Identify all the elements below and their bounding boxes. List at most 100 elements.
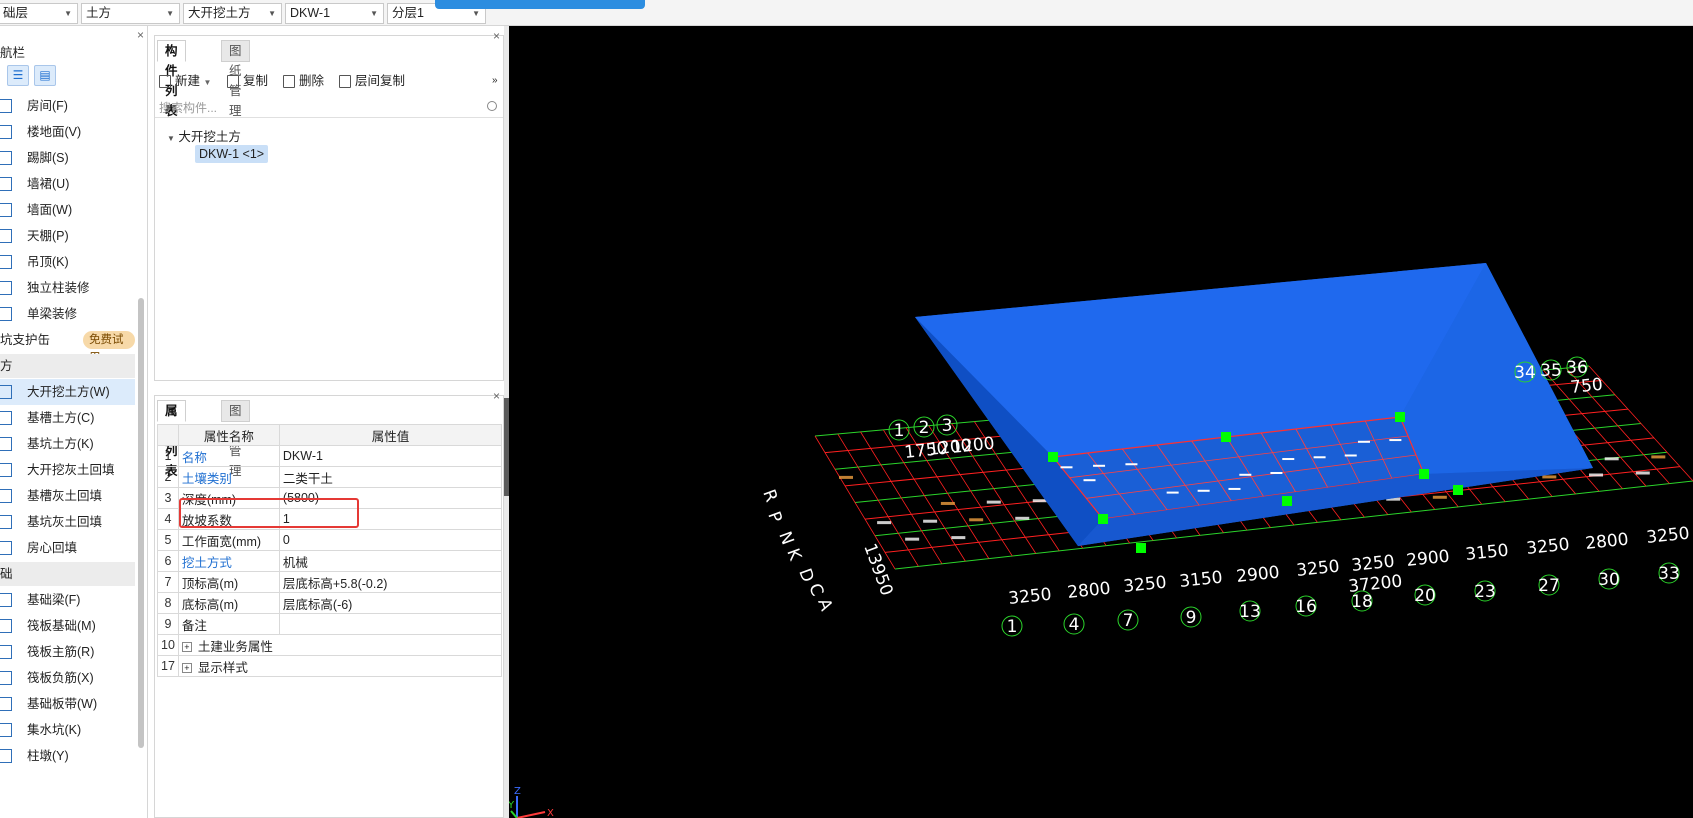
grid-line (1588, 365, 1693, 482)
nav-item-suspended-ceiling[interactable]: 吊顶(K) (0, 249, 135, 275)
drawing-fragment (1282, 458, 1295, 461)
expand-icon[interactable]: + (181, 663, 192, 674)
tree-node-dkw-1[interactable]: DKW-1 <1> (195, 145, 269, 163)
nav-item-trench-backfill[interactable]: 基槽灰土回填 (0, 483, 135, 509)
tab-layer-management[interactable]: 图层管理 (221, 400, 250, 478)
table-row[interactable]: 7 顶标高(m) 层底标高+5.8(-0.2) (157, 571, 503, 593)
property-value[interactable] (278, 613, 503, 635)
rebar-icon (0, 671, 12, 685)
nav-item-pit-earthwork[interactable]: 基坑土方(K) (0, 431, 135, 457)
delete-button[interactable]: 删除 (283, 67, 324, 95)
close-icon[interactable]: × (493, 29, 500, 43)
nav-item-foundation-beam[interactable]: 基础梁(F) (0, 587, 135, 613)
property-value[interactable]: 层底标高+5.8(-0.2) (278, 571, 503, 593)
axis-number-top: 35 (1540, 361, 1562, 381)
dimension-label: 750 (1569, 375, 1603, 398)
more-button[interactable]: » (492, 67, 498, 95)
dimension-label: 2800 (1584, 530, 1629, 554)
search-icon[interactable] (487, 101, 497, 111)
new-icon (159, 75, 171, 89)
nav-item-pit-support[interactable]: 坑支护缶 免费试用 (0, 327, 135, 364)
nav-item-raft-foundation[interactable]: 筏板基础(M) (0, 613, 135, 639)
property-name: 工作面宽(mm) (177, 529, 280, 551)
property-value[interactable]: 机械 (278, 550, 503, 572)
property-group[interactable]: + 显示样式 (177, 655, 503, 677)
grip-marker[interactable] (1419, 469, 1429, 479)
nav-item-raft-main-rebar[interactable]: 筏板主筋(R) (0, 639, 135, 665)
tree-node-open-excavation[interactable]: ▼ 大开挖土方 (167, 126, 241, 145)
free-trial-badge[interactable]: 免费试用 (83, 331, 135, 364)
nav-item-beam-finish[interactable]: 单梁装修 (0, 301, 135, 327)
category-select[interactable]: 土方 ▼ (81, 3, 180, 24)
tree-expand-icon[interactable]: ▼ (167, 134, 175, 143)
property-value[interactable]: 0 (278, 529, 503, 551)
nav-item-label: 房间(F) (27, 99, 68, 113)
nav-item-floor-surface[interactable]: 楼地面(V) (0, 119, 135, 145)
table-row[interactable]: 10 + 土建业务属性 (157, 634, 503, 656)
table-row[interactable]: 8 底标高(m) 层底标高(-6) (157, 592, 503, 614)
property-group[interactable]: + 土建业务属性 (177, 634, 503, 656)
new-button[interactable]: 新建 ▼ (159, 67, 211, 95)
copy-button[interactable]: 复制 (227, 67, 268, 95)
grip-marker[interactable] (1282, 496, 1292, 506)
table-row[interactable]: 1 名称 DKW-1 (157, 445, 503, 467)
component-type-select[interactable]: 大开挖土方 ▼ (183, 3, 282, 24)
row-number: 17 (157, 655, 179, 677)
nav-item-column-pier[interactable]: 柱墩(Y) (0, 743, 135, 769)
grip-marker[interactable] (1136, 543, 1146, 553)
nav-item-room[interactable]: 房间(F) (0, 93, 135, 119)
table-row[interactable]: 5 工作面宽(mm) 0 (157, 529, 503, 551)
drawing-fragment (1357, 440, 1370, 443)
table-row[interactable]: 17 + 显示样式 (157, 655, 503, 677)
grip-marker[interactable] (1221, 432, 1231, 442)
nav-item-foundation-strip[interactable]: 基础板带(W) (0, 691, 135, 717)
nav-section-foundation[interactable]: 础 (0, 562, 135, 586)
strip-icon (0, 697, 12, 711)
grip-marker[interactable] (1048, 452, 1058, 462)
nav-item-ceiling[interactable]: 天棚(P) (0, 223, 135, 249)
trash-icon (283, 75, 295, 89)
table-row[interactable]: 9 备注 (157, 613, 503, 635)
close-icon[interactable]: × (493, 389, 500, 403)
3d-viewport[interactable]: 1 4 7 9 13 16 18 20 23 27 30 33 1 2 3 34 35 36 3250 2800 325… (509, 26, 1693, 818)
hint-tab[interactable] (435, 0, 645, 9)
table-row[interactable]: 2 土壤类别 二类干土 (157, 466, 503, 488)
nav-item-raft-negative-rebar[interactable]: 筏板负筋(X) (0, 665, 135, 691)
component-search-input[interactable]: 搜索构件... (155, 98, 503, 118)
nav-item-pit-backfill[interactable]: 基坑灰土回填 (0, 509, 135, 535)
nav-item-column-finish[interactable]: 独立柱装修 (0, 275, 135, 301)
floor-copy-button[interactable]: 层间复制 (339, 67, 405, 95)
property-value[interactable]: 层底标高(-6) (278, 592, 503, 614)
nav-item-dado[interactable]: 墙裙(U) (0, 171, 135, 197)
nav-item-room-backfill[interactable]: 房心回填 (0, 535, 135, 561)
grip-marker[interactable] (1395, 412, 1405, 422)
beam-finish-icon (0, 307, 12, 321)
tab-component-list[interactable]: 构件列表 (157, 40, 186, 118)
grip-marker[interactable] (1453, 485, 1463, 495)
expand-icon[interactable]: + (181, 642, 192, 653)
property-value[interactable]: DKW-1 (278, 445, 503, 467)
nav-section-earthwork[interactable]: 方 (0, 354, 135, 378)
sublayer-select-value: 分层1 (392, 6, 424, 20)
detail-view-button[interactable]: ▤ (34, 65, 56, 86)
table-row[interactable]: 6 挖土方式 机械 (157, 550, 503, 572)
nav-item-wall-surface[interactable]: 墙面(W) (0, 197, 135, 223)
tab-drawing-management[interactable]: 图纸管理 (221, 40, 250, 118)
tab-property-list[interactable]: 属性列表 (157, 400, 186, 478)
3d-scene[interactable]: 1 4 7 9 13 16 18 20 23 27 30 331 2 334 35 363250 2800 325… (509, 26, 1693, 818)
nav-item-trench-earthwork[interactable]: 基槽土方(C) (0, 405, 135, 431)
nav-item-label: 独立柱装修 (27, 281, 90, 295)
nav-item-sump-pit[interactable]: 集水坑(K) (0, 717, 135, 743)
nav-item-open-excavation[interactable]: 大开挖土方(W) (0, 379, 135, 405)
nav-item-excavation-backfill[interactable]: 大开挖灰土回填 (0, 457, 135, 483)
nav-scrollbar[interactable] (138, 298, 144, 748)
floor-select[interactable]: 础层 ▼ (0, 3, 78, 24)
component-name-select[interactable]: DKW-1 ▼ (285, 3, 384, 24)
list-view-button[interactable]: ☰ (7, 65, 29, 86)
close-icon[interactable]: × (137, 28, 144, 42)
row-number: 5 (157, 529, 179, 551)
axis-number-bottom: 33 (1658, 564, 1680, 584)
grip-marker[interactable] (1098, 514, 1108, 524)
nav-item-skirting[interactable]: 踢脚(S) (0, 145, 135, 171)
property-value[interactable]: 二类干土 (278, 466, 503, 488)
